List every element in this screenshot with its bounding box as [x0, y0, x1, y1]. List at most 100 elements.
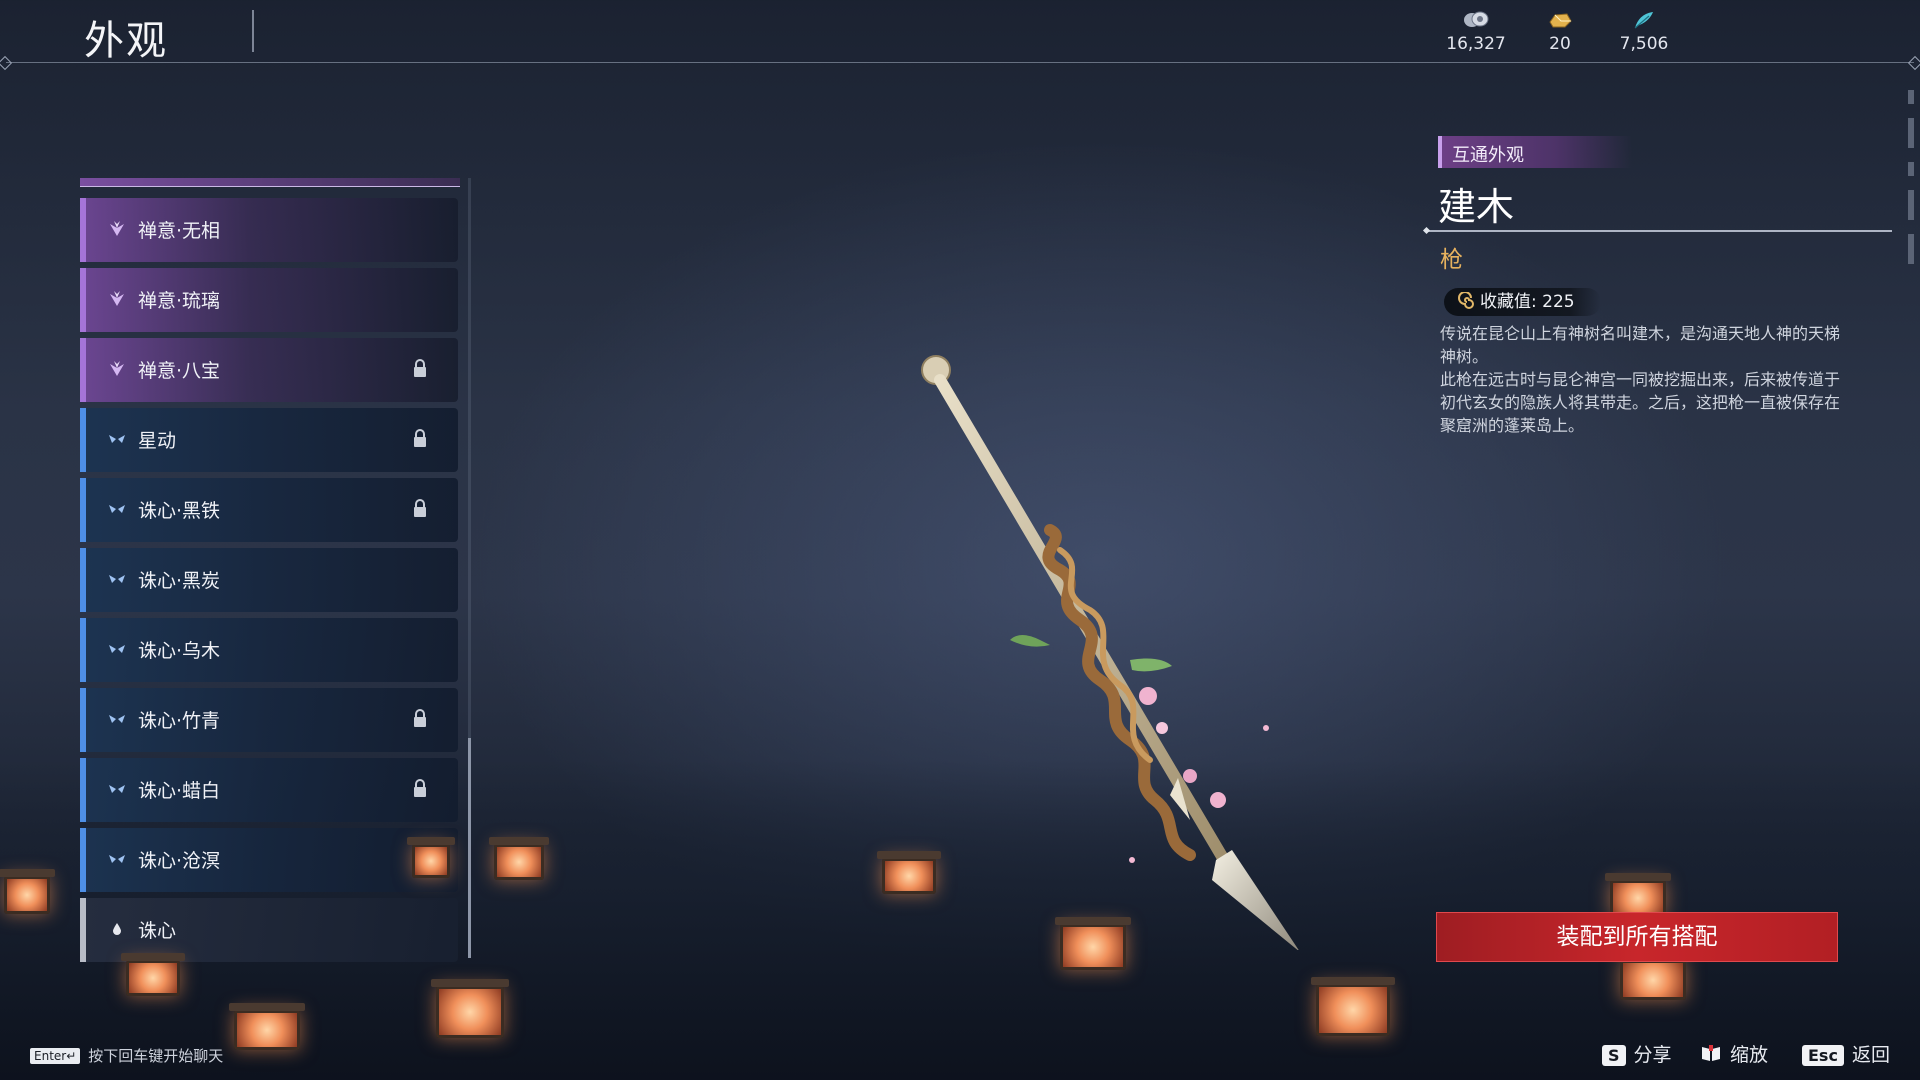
- list-item[interactable]: 禅意·无相: [80, 198, 458, 262]
- list-item[interactable]: 诛心·黑铁: [80, 478, 458, 542]
- wing-icon: [109, 855, 125, 863]
- item-description: 传说在昆仑山上有神树名叫建木，是沟通天地人神的天梯神树。 此枪在远古时与昆仑神宫…: [1440, 322, 1840, 437]
- weapon-type: 枪: [1440, 247, 1463, 273]
- spear-model-icon: [921, 355, 1299, 950]
- back-label: 返回: [1851, 1044, 1890, 1066]
- list-top-partial-item: [80, 178, 460, 187]
- list-item[interactable]: 诛心·蜡白: [80, 758, 458, 822]
- tier-bar: [80, 758, 86, 822]
- currency-coins: 16,327: [1436, 10, 1516, 54]
- header-ornament-left: [0, 55, 13, 71]
- zoom-action[interactable]: 缩放: [1700, 1040, 1768, 1067]
- floating-lantern: [229, 1003, 305, 1050]
- wing-icon: [109, 435, 125, 443]
- floating-lantern: [407, 837, 455, 878]
- title-underline: [1426, 230, 1892, 232]
- item-name: 诛心·蜡白: [138, 780, 221, 802]
- top-header: 外观 16,327 20 7,506: [0, 0, 1920, 71]
- wing-icon: [109, 645, 125, 653]
- lock-icon: [414, 499, 426, 517]
- description-paragraph: 此枪在远古时与昆仑神宫一同被挖掘出来，后来被传道于初代玄女的隐族人将其带走。之后…: [1440, 370, 1841, 435]
- list-scrollbar[interactable]: [468, 178, 471, 958]
- item-name: 禅意·琉璃: [138, 290, 221, 312]
- collection-value-badge: 收藏值: 225: [1444, 288, 1601, 316]
- item-name: 诛心·沧溟: [138, 850, 221, 872]
- list-item[interactable]: 诛心·沧溟: [80, 828, 458, 892]
- item-name: 诛心·黑炭: [138, 570, 221, 592]
- spiral-icon: [1458, 291, 1476, 317]
- ingots-value: 20: [1549, 34, 1571, 54]
- lock-icon: [414, 779, 426, 797]
- item-name: 星动: [138, 430, 177, 452]
- wing-icon: [109, 715, 125, 723]
- item-title: 建木: [1438, 185, 1515, 229]
- tier-bar: [80, 478, 86, 542]
- share-action[interactable]: S 分享: [1602, 1040, 1672, 1067]
- zoom-label: 缩放: [1730, 1044, 1769, 1066]
- list-item[interactable]: 诛心·乌木: [80, 618, 458, 682]
- lock-icon: [414, 359, 426, 377]
- floating-lantern: [1311, 977, 1395, 1036]
- list-item[interactable]: 诛心·竹青: [80, 688, 458, 752]
- back-action[interactable]: Esc 返回: [1802, 1040, 1890, 1067]
- list-item[interactable]: 禅意·琉璃: [80, 268, 458, 332]
- lock-icon: [414, 709, 426, 727]
- tier-bar: [80, 618, 86, 682]
- equip-all-outfits-button[interactable]: 装配到所有搭配: [1436, 912, 1838, 962]
- tier-bar: [80, 268, 86, 332]
- feathers-value: 7,506: [1619, 34, 1669, 54]
- title-divider: [252, 10, 254, 52]
- item-name: 禅意·无相: [138, 220, 221, 242]
- tag-label: 互通外观: [1452, 145, 1524, 166]
- floating-lantern: [431, 979, 509, 1038]
- lock-icon: [414, 429, 426, 447]
- tier-bar: [80, 198, 86, 262]
- page-title: 外观: [84, 18, 168, 64]
- list-item[interactable]: 星动: [80, 408, 458, 472]
- list-scrollbar-thumb[interactable]: [468, 738, 471, 958]
- floating-lantern: [0, 869, 55, 914]
- jade-feather-icon: [1604, 10, 1684, 32]
- currency-feathers: 7,506: [1604, 10, 1684, 54]
- tier-bar: [80, 548, 86, 612]
- coin-stack-icon: [1436, 10, 1516, 32]
- floating-lantern: [121, 953, 185, 996]
- item-name: 禅意·八宝: [138, 360, 221, 382]
- floating-lantern: [1605, 873, 1671, 916]
- item-name: 诛心·竹青: [138, 710, 221, 732]
- floating-lantern: [489, 837, 549, 880]
- lotus-icon: [110, 291, 124, 306]
- floating-lantern: [1615, 953, 1691, 1000]
- tier-bar: [80, 898, 86, 962]
- header-divider-line: [6, 62, 1914, 63]
- currency-ingots: 20: [1520, 10, 1600, 54]
- lotus-icon: [110, 221, 124, 236]
- tier-bar: [80, 408, 86, 472]
- tier-bar: [80, 688, 86, 752]
- appearance-list: 禅意·无相 禅意·琉璃 禅意·八宝 星动 诛心·黑铁 诛心·黑炭 诛心·乌木 诛…: [80, 178, 460, 962]
- list-item[interactable]: 诛心·黑炭: [80, 548, 458, 612]
- header-ornament-right: [1907, 55, 1920, 71]
- wing-icon: [109, 575, 125, 583]
- drop-icon: [113, 923, 121, 935]
- right-page-indicator: [1908, 90, 1916, 270]
- wing-icon: [109, 505, 125, 513]
- crossplay-appearance-tag: 互通外观: [1438, 136, 1632, 168]
- coins-value: 16,327: [1446, 34, 1506, 54]
- item-name: 诛心·乌木: [138, 640, 221, 662]
- enter-key-icon: Enter↵: [30, 1048, 81, 1064]
- book-icon: [1702, 1045, 1720, 1061]
- esc-key-icon: Esc: [1802, 1045, 1844, 1066]
- item-name: 诛心: [138, 920, 177, 942]
- item-name: 诛心·黑铁: [138, 500, 221, 522]
- gold-ingot-icon: [1520, 10, 1600, 32]
- share-label: 分享: [1633, 1044, 1672, 1066]
- lotus-icon: [110, 361, 124, 376]
- tier-bar: [80, 828, 86, 892]
- tier-bar: [80, 338, 86, 402]
- wing-icon: [109, 785, 125, 793]
- list-item[interactable]: 禅意·八宝: [80, 338, 458, 402]
- s-key-icon: S: [1602, 1045, 1626, 1066]
- chat-hint: Enter↵ 按下回车键开始聊天: [30, 1045, 223, 1066]
- description-paragraph: 传说在昆仑山上有神树名叫建木，是沟通天地人神的天梯神树。: [1440, 324, 1841, 366]
